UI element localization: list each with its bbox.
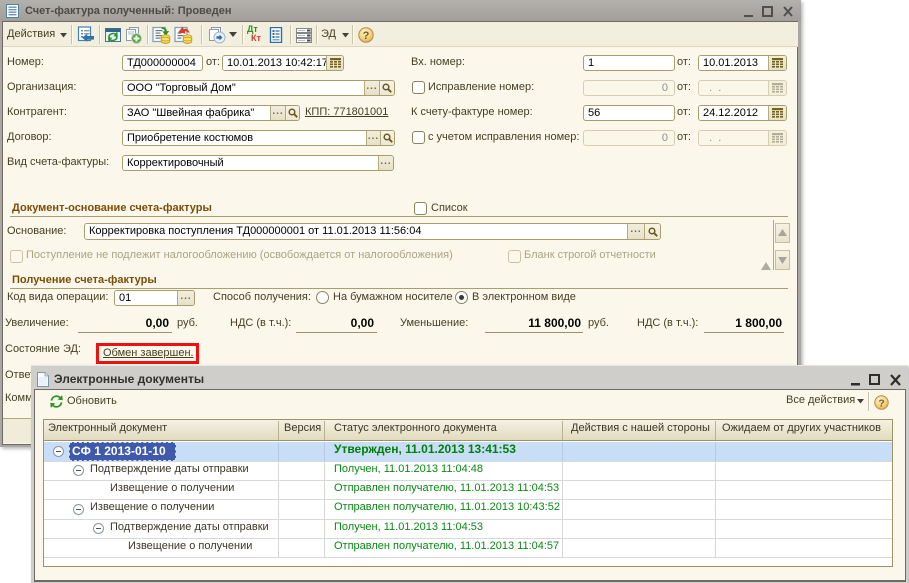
svg-text:?: ? (363, 30, 370, 42)
svg-text:?: ? (878, 398, 884, 409)
